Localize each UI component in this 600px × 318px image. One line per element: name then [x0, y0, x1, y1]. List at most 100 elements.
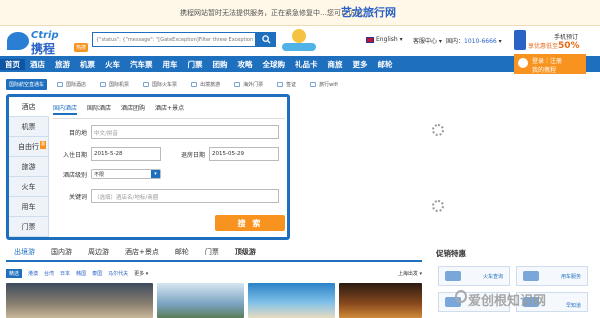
promo-card-label: 早知道	[565, 303, 581, 309]
product-image[interactable]	[6, 283, 153, 318]
intl-direct-tag[interactable]: 国际航空直通车	[6, 79, 48, 90]
nav-bus[interactable]: 汽车票	[125, 59, 158, 70]
nav-more[interactable]: 更多	[348, 59, 373, 70]
vtab-label: 机票	[21, 122, 36, 131]
vtab-car[interactable]: 用车	[9, 197, 49, 217]
htab-groupbuy[interactable]: 酒店团购	[121, 103, 145, 115]
mobile-promo: 享优惠低至50%	[528, 41, 580, 51]
hotel-level-select[interactable]: 不限 ▾	[91, 169, 161, 179]
vtab-hotel[interactable]: 酒店	[9, 97, 49, 117]
filter-korea[interactable]: 韩国	[76, 270, 86, 277]
subnav-label: 签证	[286, 82, 297, 88]
nav-global-shop[interactable]: 全球购	[258, 59, 291, 70]
filter-thailand[interactable]: 泰国	[92, 270, 102, 277]
ptab-outbound[interactable]: 出境游	[6, 247, 43, 262]
wave-icon	[282, 43, 316, 51]
user-icon	[518, 58, 528, 68]
product-image[interactable]	[338, 283, 422, 318]
subnav-outbound[interactable]: 出境旅游	[191, 81, 220, 88]
filter-hk-macau[interactable]: 港澳	[28, 270, 38, 277]
promo-train-query[interactable]: 火车查询	[438, 266, 510, 286]
subnav-wifi[interactable]: 旅行wifi	[310, 81, 338, 88]
vtab-label: 自由行	[18, 142, 39, 151]
my-ctrip-link[interactable]: 我的携程	[532, 65, 582, 74]
wifi-icon	[310, 82, 317, 87]
nav-business[interactable]: 商旅	[323, 59, 348, 70]
nav-train[interactable]: 火车	[100, 59, 125, 70]
hotline: 国内：1010-6666 ▾	[446, 38, 502, 45]
subnav-visa[interactable]: 签证	[277, 81, 296, 88]
subnav-overseas-tickets[interactable]: 海外门票	[234, 81, 263, 88]
globe-icon	[191, 82, 198, 87]
vtab-label: 门票	[21, 222, 36, 231]
checkin-input[interactable]: 2015-5-28	[91, 147, 161, 161]
login-box[interactable]: 登录｜注册 我的携程	[514, 54, 586, 74]
mobile-title: 手机预订	[554, 34, 579, 41]
nav-cruise[interactable]: 邮轮	[373, 59, 398, 70]
beach-illustration	[282, 29, 316, 51]
site-search-input[interactable]: {"status": {"message": "[GateException]F…	[92, 32, 256, 47]
vtab-travel[interactable]: 旅游	[9, 157, 49, 177]
promo-title: 促销特惠	[436, 249, 466, 258]
keyword-input[interactable]: （选填）酒店名/地标/商圈	[91, 189, 279, 203]
filter-japan[interactable]: 日本	[60, 270, 70, 277]
vtab-package[interactable]: 自由行惠	[9, 137, 49, 157]
language-label: English	[376, 36, 398, 43]
subnav-intl-train[interactable]: 国际火车票	[143, 81, 177, 88]
mobile-promo-value: 50%	[558, 41, 580, 51]
product-image[interactable]	[156, 283, 244, 318]
product-image[interactable]	[247, 283, 335, 318]
login-register-link[interactable]: 登录｜注册	[532, 56, 582, 65]
htab-hotel-attraction[interactable]: 酒店+景点	[155, 103, 184, 115]
language-selector[interactable]: English ▾	[366, 36, 403, 43]
subnav-intl-flight[interactable]: 国际机票	[100, 81, 129, 88]
hotel-search-button[interactable]: 搜 索	[215, 215, 285, 231]
vtab-flight[interactable]: 机票	[9, 117, 49, 137]
hotel-search-form: 国内酒店 国际酒店 酒店团购 酒店+景点 目的地 中文/拼音 入住日期 2015…	[53, 103, 285, 231]
ptab-nearby[interactable]: 周边游	[80, 247, 117, 260]
chevron-down-icon: ▾	[151, 170, 160, 178]
visa-icon	[277, 82, 284, 87]
filter-taiwan[interactable]: 台湾	[44, 270, 54, 277]
filter-maldives[interactable]: 马尔代夫	[108, 270, 128, 277]
filter-more[interactable]: 更多 ▾	[134, 270, 148, 277]
nav-flight[interactable]: 机票	[75, 59, 100, 70]
nav-hotel[interactable]: 酒店	[25, 59, 50, 70]
htab-international[interactable]: 国际酒店	[87, 103, 111, 115]
checkout-input[interactable]: 2015-05-29	[209, 147, 279, 161]
htab-domestic[interactable]: 国内酒店	[53, 103, 78, 115]
ptab-cruise[interactable]: 邮轮	[167, 247, 197, 260]
vtab-tickets[interactable]: 门票	[9, 217, 49, 237]
departure-city-label: 上海出发	[397, 270, 418, 277]
ptab-tickets[interactable]: 门票	[197, 247, 227, 260]
ptab-domestic[interactable]: 国内游	[43, 247, 80, 260]
nav-travel[interactable]: 旅游	[50, 59, 75, 70]
destination-input[interactable]: 中文/拼音	[91, 125, 279, 139]
promo-car-service[interactable]: 用车服务	[516, 266, 588, 286]
departure-city-select[interactable]: 上海出发 ▾	[398, 270, 422, 277]
mobile-booking-promo[interactable]: 手机预订 享优惠低至50%	[514, 29, 598, 53]
nav-car[interactable]: 用车	[158, 59, 183, 70]
ticket-icon	[234, 82, 241, 87]
notice-brand-link[interactable]: 艺龙旅行网	[341, 4, 396, 20]
promo-card-label: 用车服务	[560, 273, 581, 280]
dates-row: 入住日期 2015-5-28 退房日期 2015-05-29	[53, 147, 279, 161]
phone-icon	[514, 30, 526, 50]
nav-home[interactable]: 首页	[0, 58, 25, 70]
product-tabs: 出境游 国内游 周边游 酒店+景点 邮轮 门票 顶级游	[6, 248, 422, 262]
vtab-train[interactable]: 火车	[9, 177, 49, 197]
nav-giftcard[interactable]: 礼品卡	[290, 59, 323, 70]
vtab-label: 旅游	[21, 162, 36, 171]
nav-groupbuy[interactable]: 团购	[208, 59, 233, 70]
service-center-link[interactable]: 客服中心 ▾	[413, 36, 442, 45]
nav-tickets[interactable]: 门票	[183, 59, 208, 70]
search-button[interactable]	[256, 32, 276, 47]
ptab-luxury[interactable]: 顶级游	[227, 247, 264, 260]
checkout-label: 退房日期	[180, 151, 205, 159]
subnav-label: 海外门票	[243, 82, 264, 88]
subnav-intl-hotel[interactable]: 国际酒店	[57, 81, 86, 88]
filter-featured[interactable]: 精选	[6, 268, 23, 278]
ptab-hotel-attraction[interactable]: 酒店+景点	[117, 247, 167, 260]
nav-guide[interactable]: 攻略	[233, 59, 258, 70]
level-row: 酒店级别 不限 ▾	[53, 169, 161, 179]
